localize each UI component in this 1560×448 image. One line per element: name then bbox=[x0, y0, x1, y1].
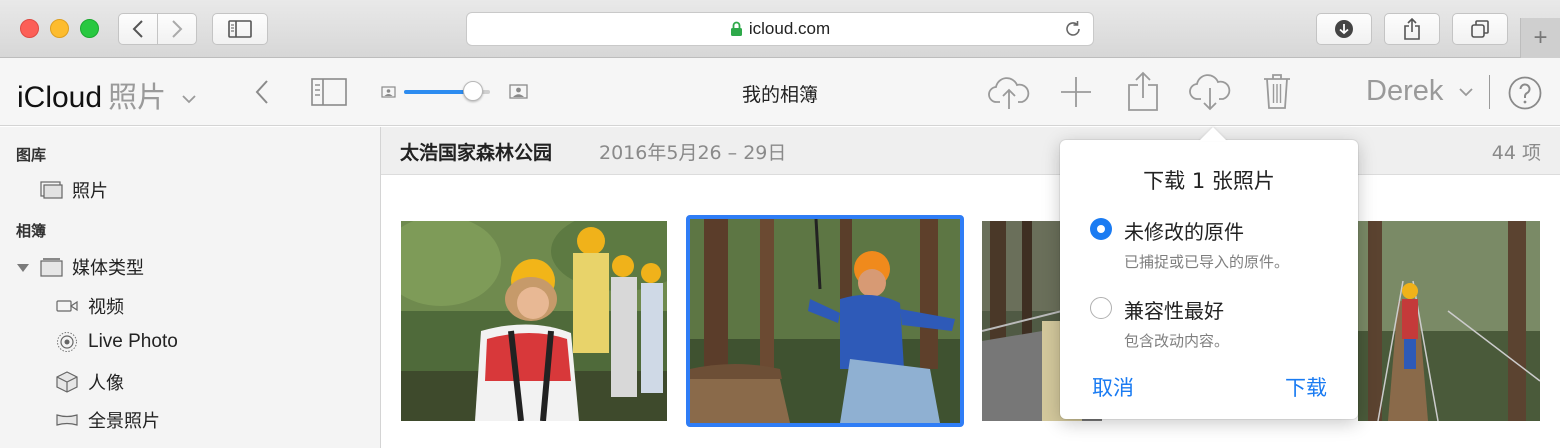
sidebar-item-photos[interactable]: 照片 bbox=[40, 177, 108, 203]
album-title: 太浩国家森林公园 bbox=[400, 142, 553, 164]
chevron-left-icon bbox=[132, 20, 143, 38]
app-toolbar: iCloud 照片 我的相簿 Derek bbox=[0, 58, 1560, 126]
photos-stack-icon bbox=[40, 181, 66, 199]
cloud-download-icon bbox=[1189, 74, 1231, 111]
confirm-download-button[interactable]: 下载 bbox=[1285, 372, 1327, 402]
popover-arrow bbox=[1199, 127, 1227, 141]
tab-overview-button[interactable] bbox=[1452, 13, 1508, 45]
sidebar: 图库 照片 相簿 媒体类型 视频 Live Photo 人像 全景照片 bbox=[0, 127, 381, 448]
toolbar-divider bbox=[1489, 75, 1490, 109]
album-header: 太浩国家森林公园 2016年5月26 – 29日 44 项 bbox=[381, 127, 1560, 175]
reload-icon bbox=[1066, 21, 1080, 36]
zoom-window-button[interactable] bbox=[80, 19, 99, 38]
download-button[interactable] bbox=[1189, 72, 1231, 112]
sidebar-item-label: 全景照片 bbox=[88, 411, 160, 432]
tabs-icon bbox=[1471, 20, 1489, 38]
new-tab-button[interactable]: + bbox=[1520, 18, 1560, 58]
sidebar-item-label: 视频 bbox=[88, 297, 124, 318]
chevron-left-icon bbox=[255, 80, 268, 104]
sidebar-item-live-photo[interactable]: Live Photo bbox=[56, 331, 178, 353]
url-text: icloud.com bbox=[748, 19, 831, 38]
browser-toolbar: icloud.com + bbox=[0, 0, 1560, 58]
album-item-count: 44 项 bbox=[1491, 142, 1541, 164]
cube-icon bbox=[56, 371, 82, 393]
address-bar[interactable]: icloud.com bbox=[466, 12, 1094, 46]
back-button[interactable] bbox=[250, 76, 274, 108]
large-thumbnail-icon bbox=[508, 83, 528, 100]
add-button[interactable] bbox=[1058, 74, 1094, 110]
selected-photo-thumbnail[interactable] bbox=[686, 215, 964, 427]
app-name: 照片 bbox=[108, 82, 167, 114]
photo-thumbnail[interactable] bbox=[401, 221, 667, 421]
sidebar-item-portrait[interactable]: 人像 bbox=[56, 369, 124, 395]
delete-button[interactable] bbox=[1262, 71, 1292, 111]
cloud-upload-icon bbox=[988, 77, 1030, 109]
reload-button[interactable] bbox=[1063, 19, 1083, 43]
sidebar-item-label: Live Photo bbox=[88, 331, 178, 352]
album-stack-icon bbox=[40, 257, 66, 277]
video-camera-icon bbox=[56, 299, 82, 313]
small-thumbnail-icon bbox=[380, 85, 396, 99]
sidebar-toggle-button[interactable] bbox=[212, 13, 268, 45]
sidebar-icon bbox=[311, 78, 347, 106]
page-title: 我的相簿 bbox=[741, 84, 818, 106]
minimize-window-button[interactable] bbox=[50, 19, 69, 38]
sidebar-toggle-button[interactable] bbox=[310, 76, 348, 108]
close-window-button[interactable] bbox=[20, 19, 39, 38]
share-icon bbox=[1404, 18, 1420, 40]
history-nav bbox=[118, 13, 197, 45]
downloads-button[interactable] bbox=[1316, 13, 1372, 45]
panorama-icon bbox=[56, 413, 82, 427]
account-menu[interactable]: Derek bbox=[1366, 75, 1474, 108]
share-icon bbox=[1128, 71, 1158, 111]
back-button[interactable] bbox=[119, 14, 157, 44]
sidebar-item-label: 照片 bbox=[72, 181, 108, 202]
sidebar-item-videos[interactable]: 视频 bbox=[56, 293, 124, 319]
chevron-down-icon bbox=[182, 94, 197, 103]
download-circle-icon bbox=[1335, 20, 1353, 38]
sidebar-item-panorama[interactable]: 全景照片 bbox=[56, 407, 160, 433]
plus-icon: + bbox=[1533, 24, 1548, 51]
radio-unmodified-original[interactable] bbox=[1090, 218, 1112, 240]
forward-button[interactable] bbox=[157, 14, 196, 44]
download-popover: 下载 1 张照片 未修改的原件 已捕捉或已导入的原件。 兼容性最好 包含改动内容… bbox=[1060, 140, 1358, 419]
cancel-button[interactable]: 取消 bbox=[1092, 372, 1134, 402]
share-button[interactable] bbox=[1126, 70, 1160, 112]
option-description: 已捕捉或已导入的原件。 bbox=[1124, 253, 1290, 271]
option-label[interactable]: 兼容性最好 bbox=[1124, 295, 1224, 324]
library-heading: 图库 bbox=[16, 146, 47, 164]
option-description: 包含改动内容。 bbox=[1124, 332, 1230, 350]
popover-title: 下载 1 张照片 bbox=[1143, 169, 1275, 193]
sidebar-icon bbox=[228, 20, 252, 38]
trash-icon bbox=[1264, 74, 1290, 109]
upload-button[interactable] bbox=[988, 72, 1030, 112]
radio-most-compatible[interactable] bbox=[1090, 297, 1112, 319]
album-date-range: 2016年5月26 – 29日 bbox=[599, 142, 787, 164]
albums-heading: 相簿 bbox=[16, 222, 47, 240]
option-label[interactable]: 未修改的原件 bbox=[1124, 216, 1244, 245]
sidebar-item-label: 人像 bbox=[88, 373, 124, 394]
brand-name: iCloud bbox=[17, 81, 103, 114]
user-name: Derek bbox=[1366, 75, 1444, 107]
chevron-right-icon bbox=[172, 20, 183, 38]
disclosure-triangle-icon[interactable] bbox=[16, 257, 30, 278]
lock-icon bbox=[730, 21, 742, 36]
photo-thumbnail[interactable] bbox=[1358, 221, 1540, 421]
help-icon bbox=[1508, 76, 1542, 110]
live-photo-icon bbox=[56, 331, 82, 353]
sidebar-item-label: 媒体类型 bbox=[72, 258, 144, 279]
zoom-slider-knob[interactable] bbox=[462, 81, 483, 101]
help-button[interactable] bbox=[1507, 75, 1543, 111]
app-title[interactable]: iCloud 照片 bbox=[17, 74, 197, 116]
chevron-down-icon bbox=[1459, 88, 1474, 97]
share-button[interactable] bbox=[1384, 13, 1440, 45]
plus-icon bbox=[1061, 77, 1091, 107]
sidebar-item-media-types[interactable]: 媒体类型 bbox=[16, 254, 144, 280]
